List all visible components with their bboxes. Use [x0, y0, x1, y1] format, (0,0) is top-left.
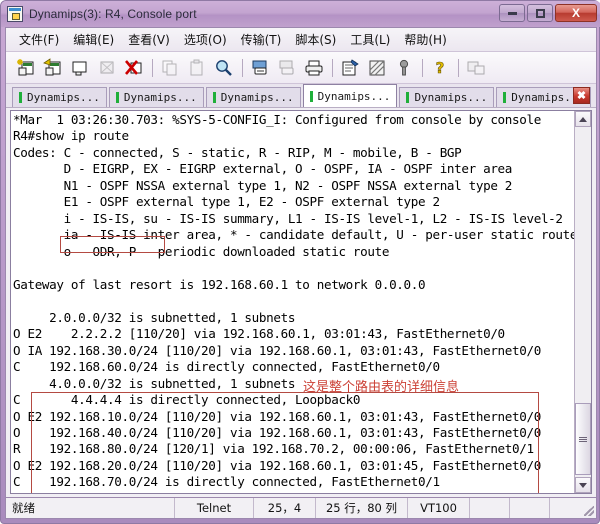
status-bar: 就绪 Telnet 25，4 25 行，80 列 VT100 [5, 497, 597, 519]
terminal-line: Codes: C - connected, S - static, R - RI… [13, 145, 462, 160]
window-controls: X [499, 4, 597, 22]
status-dimensions: 25 行，80 列 [316, 498, 408, 518]
annotation-text: 这是整个路由表的详细信息 [303, 380, 460, 395]
toolbar-separator [242, 58, 243, 77]
menu-file[interactable]: 文件(F) [12, 29, 66, 50]
client-area: 文件(F) 编辑(E) 查看(V) 选项(O) 传输(T) 脚本(S) 工具(L… [5, 27, 597, 497]
status-state: 就绪 [12, 501, 35, 515]
menu-script[interactable]: 脚本(S) [288, 29, 343, 50]
scroll-down-icon[interactable] [575, 477, 591, 493]
terminal-line: O IA 192.168.30.0/24 [110/20] via 192.16… [13, 343, 541, 358]
new-session-icon[interactable] [14, 56, 38, 80]
key-icon[interactable] [392, 56, 416, 80]
maximize-button[interactable] [527, 4, 553, 22]
resize-grip-icon[interactable] [550, 498, 596, 518]
session-options-icon[interactable] [338, 56, 362, 80]
tab-status-indicator-icon [406, 92, 410, 103]
paste-icon [185, 56, 209, 80]
log-session-icon[interactable] [248, 56, 272, 80]
tab-label: Dynamips... [27, 91, 100, 104]
scrollbar-grip-icon [579, 436, 587, 443]
global-options-icon[interactable] [365, 56, 389, 80]
minimize-button[interactable] [499, 4, 525, 22]
tab-status-indicator-icon [115, 92, 119, 103]
tab-status-indicator-icon [212, 92, 216, 103]
open-folder-icon[interactable] [68, 56, 92, 80]
scroll-up-icon[interactable] [575, 111, 591, 127]
application-window: Dynamips(3): R4, Console port X 文件(F) 编辑… [0, 0, 600, 524]
menu-edit[interactable]: 编辑(E) [66, 29, 121, 50]
connect-local-shell-icon[interactable] [95, 56, 119, 80]
disconnect-icon[interactable] [122, 56, 146, 80]
toolbar-separator [332, 58, 333, 77]
toolbar-separator [152, 58, 153, 77]
terminal-panel: *Mar 1 03:26:30.703: %SYS-5-CONFIG_I: Co… [10, 110, 592, 494]
tab-dynamips-5[interactable]: Dynamips... [399, 87, 495, 107]
tab-label: Dynamips... [414, 91, 488, 104]
toolbar-separator [458, 58, 459, 77]
close-button[interactable]: X [555, 4, 597, 22]
status-spacer-2 [510, 498, 550, 518]
menu-tools[interactable]: 工具(L) [343, 29, 397, 50]
copy-icon [158, 56, 182, 80]
menu-transfer[interactable]: 传输(T) [234, 29, 289, 50]
find-icon[interactable] [212, 56, 236, 80]
terminal-line: R4#show ip route [13, 128, 129, 143]
toolbar: ? [6, 52, 596, 84]
terminal-line: E1 - OSPF external type 1, E2 - OSPF ext… [13, 194, 440, 209]
window-title: Dynamips(3): R4, Console port [29, 7, 197, 21]
print-screen-icon [275, 56, 299, 80]
tab-dynamips-2[interactable]: Dynamips... [108, 87, 204, 107]
menu-help[interactable]: 帮助(H) [397, 29, 453, 50]
terminal-line: C 192.168.60.0/24 is directly connected,… [13, 359, 440, 374]
tab-status-indicator-icon [19, 92, 22, 103]
command-highlight-box [60, 236, 165, 253]
terminal-line: D - EIGRP, EX - EIGRP external, O - OSPF… [13, 161, 513, 176]
clone-session-icon[interactable] [41, 56, 65, 80]
menu-bar: 文件(F) 编辑(E) 查看(V) 选项(O) 传输(T) 脚本(S) 工具(L… [6, 28, 596, 52]
print-icon[interactable] [302, 56, 326, 80]
status-protocol: Telnet [174, 498, 254, 518]
terminal-screen[interactable]: *Mar 1 03:26:30.703: %SYS-5-CONFIG_I: Co… [11, 111, 574, 493]
status-emulation: VT100 [408, 498, 470, 518]
close-tab-icon[interactable]: ✖ [573, 87, 590, 104]
svg-text:?: ? [436, 59, 445, 77]
terminal-line: O E2 2.2.2.2 [110/20] via 192.168.60.1, … [13, 326, 505, 341]
toolbar-separator [422, 58, 423, 77]
status-cursor-position: 25，4 [254, 498, 316, 518]
tab-label: Dynamips... [220, 91, 294, 104]
terminal-line: 4.0.0.0/32 is subnetted, 1 subnets [13, 376, 296, 391]
tab-label: Dynamips... [317, 89, 391, 103]
terminal-line: i - IS-IS, su - IS-IS summary, L1 - IS-I… [13, 211, 563, 226]
terminal-line: 2.0.0.0/32 is subnetted, 1 subnets [13, 310, 296, 325]
tab-dynamips-4[interactable]: Dynamips... [302, 84, 398, 107]
terminal-scrollbar[interactable] [574, 111, 591, 493]
terminal-line: *Mar 1 03:26:30.703: %SYS-5-CONFIG_I: Co… [13, 112, 541, 127]
tab-dynamips-1[interactable]: Dynamips... [12, 87, 107, 107]
tile-windows-icon [464, 56, 488, 80]
title-bar: Dynamips(3): R4, Console port X [1, 1, 600, 27]
tab-dynamips-3[interactable]: Dynamips... [205, 87, 301, 107]
tab-label: Dynamips... [123, 91, 197, 104]
tab-status-indicator-icon [309, 90, 313, 102]
scrollbar-thumb[interactable] [575, 403, 591, 475]
tab-status-indicator-icon [503, 92, 507, 103]
terminal-line: Gateway of last resort is 192.168.60.1 t… [13, 277, 426, 292]
menu-options[interactable]: 选项(O) [177, 29, 234, 50]
status-spacer-1 [470, 498, 510, 518]
terminal-line: N1 - OSPF NSSA external type 1, N2 - OSP… [13, 178, 513, 193]
tab-bar: Dynamips... Dynamips... Dynamips... Dyna… [6, 84, 596, 108]
terminal-window-icon [7, 6, 23, 22]
help-icon[interactable]: ? [428, 56, 452, 80]
routing-table-highlight-box [31, 392, 539, 493]
menu-view[interactable]: 查看(V) [121, 29, 177, 50]
